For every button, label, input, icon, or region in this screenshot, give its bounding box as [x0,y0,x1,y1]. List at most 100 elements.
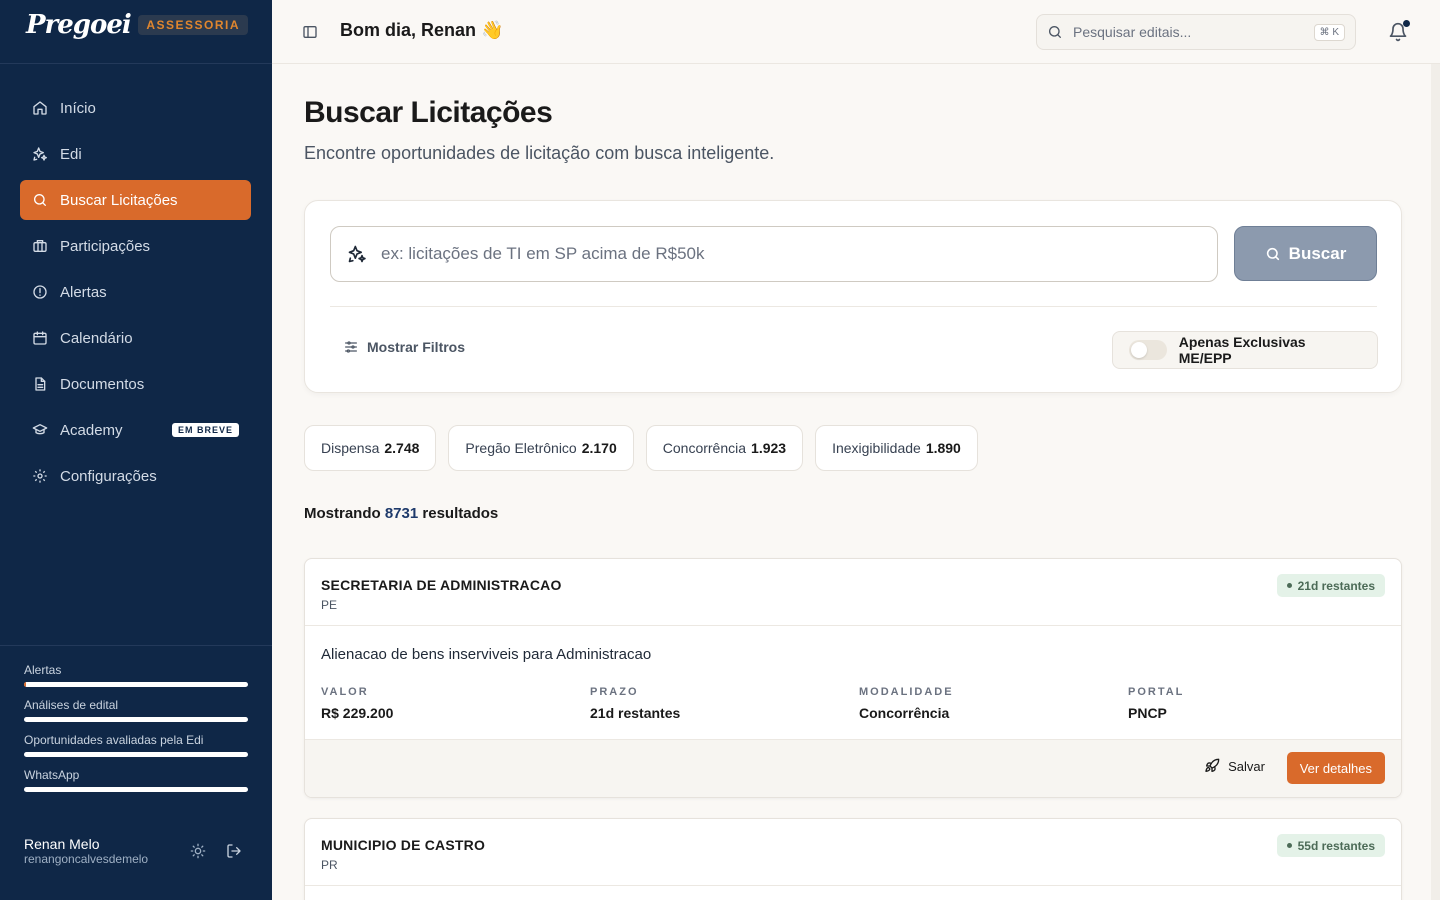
logout-button[interactable] [220,837,248,865]
sidebar-item-label: Início [60,99,96,117]
sidebar-item-calendario[interactable]: Calendário [20,318,251,358]
usage-label: Análises de edital [24,698,119,712]
deadline-badge: 21d restantes [1276,574,1385,597]
chip-inexigibilidade[interactable]: Inexigibilidade 1.890 [815,425,978,471]
save-button[interactable]: Salvar [1204,758,1265,774]
results-prefix: Mostrando [304,505,381,522]
result-org: MUNICIPIO DE CASTRO [321,837,486,853]
field-valor: VALOR R$ 229.200 [321,686,590,721]
brand-header: Pregoei ASSESSORIA [0,0,272,64]
deadline-badge-label: 55d restantes [1297,838,1375,853]
divider [330,306,1377,307]
top-header: Bom dia, Renan 👋 ⌘ K [272,0,1440,64]
page-title: Buscar Licitações [304,96,553,129]
results-number: 8731 [384,505,419,522]
result-card-header: MUNICIPIO DE CASTRO PR 55d restantes [305,819,1401,886]
sidebar-item-label: Buscar Licitações [60,191,178,209]
shortcut-hint: ⌘ K [1313,23,1345,41]
field-key: VALOR [321,686,369,698]
chip-label: Inexigibilidade [832,440,921,456]
usage-label: Oportunidades avaliadas pela Edi [24,733,204,747]
usage-bar [24,787,248,792]
show-filters-label: Mostrar Filtros [367,339,466,355]
chip-pregao-eletronico[interactable]: Pregão Eletrônico 2.170 [448,425,634,471]
sidebar-item-participacoes[interactable]: Participações [20,226,251,266]
view-details-button[interactable]: Ver detalhes [1286,752,1385,784]
chip-count: 2.170 [581,440,617,456]
save-button-label: Salvar [1228,758,1265,774]
chip-label: Dispensa [321,440,380,456]
sidebar-item-edi[interactable]: Edi [20,134,251,174]
field-prazo: PRAZO 21d restantes [590,686,859,721]
result-card-body: Alienacao de bens inserviveis para Admin… [305,626,1401,740]
calendar-icon [32,330,48,346]
deadline-badge-label: 21d restantes [1297,578,1375,593]
sidebar-item-label: Documentos [60,375,145,393]
sliders-icon [345,341,357,353]
usage-label: WhatsApp [24,768,80,782]
user-panel: Renan Melo renangoncalvesdemelo [0,836,272,866]
user-info[interactable]: Renan Melo renangoncalvesdemelo [24,836,176,866]
result-org: SECRETARIA DE ADMINISTRACAO [321,577,562,593]
toggle-switch[interactable] [1129,340,1167,360]
me-epp-toggle[interactable]: Apenas Exclusivas ME/EPP [1112,331,1378,369]
usage-oportunidades: Oportunidades avaliadas pela Edi [24,732,248,757]
field-portal: PORTAL PNCP [1128,686,1397,721]
greeting: Bom dia, Renan 👋 [340,20,504,40]
ai-search-input[interactable] [381,244,1201,264]
sidebar-item-configuracoes[interactable]: Configurações [20,456,251,496]
theme-toggle-button[interactable] [184,837,212,865]
search-button[interactable]: Buscar [1234,226,1377,281]
result-card[interactable]: MUNICIPIO DE CASTRO PR 55d restantes [304,818,1402,900]
result-card[interactable]: SECRETARIA DE ADMINISTRACAO PE 21d resta… [304,558,1402,798]
page-subtitle: Encontre oportunidades de licitação com … [304,143,775,163]
sidebar-item-inicio[interactable]: Início [20,88,251,128]
sidebar-item-documentos[interactable]: Documentos [20,364,251,404]
field-value: 21d restantes [590,705,681,721]
gear-icon [32,468,48,484]
briefcase-icon [32,238,48,254]
sidebar-toggle-button[interactable] [302,24,318,40]
sidebar-item-academy[interactable]: Academy EM BREVE [20,410,251,450]
search-icon [1049,26,1061,38]
field-value: Concorrência [859,705,950,721]
global-search-input[interactable] [1073,24,1314,40]
sidebar-item-buscar-licitacoes[interactable]: Buscar Licitações [20,180,251,220]
show-filters-button[interactable]: Mostrar Filtros [343,339,465,355]
field-key: MODALIDADE [859,686,954,698]
field-value: PNCP [1128,705,1167,721]
usage-analises: Análises de edital [24,697,248,722]
chip-dispensa[interactable]: Dispensa 2.748 [304,425,437,471]
status-dot [1286,583,1292,588]
logout-icon [227,844,241,858]
search-icon [32,192,48,208]
results-suffix: resultados [422,505,499,522]
chip-concorrencia[interactable]: Concorrência 1.923 [645,425,804,471]
toggle-label: Apenas Exclusivas ME/EPP [1178,334,1306,366]
result-description: Alienacao de bens inserviveis para Admin… [321,646,652,663]
sidebar-item-alertas[interactable]: Alertas [20,272,251,312]
chip-count: 1.923 [751,440,787,456]
page-scrollbar[interactable] [1431,64,1440,900]
deadline-badge: 55d restantes [1276,834,1385,857]
global-search[interactable]: ⌘ K [1036,14,1356,50]
status-dot [1286,843,1292,848]
search-icon [1266,247,1279,260]
brand-logo[interactable]: Pregoei [26,10,132,40]
field-value: R$ 229.200 [321,705,394,721]
usage-bar [24,717,248,722]
usage-alertas: Alertas [24,662,248,687]
home-icon [32,100,48,116]
chip-count: 1.890 [925,440,961,456]
user-name: Renan Melo [24,836,100,852]
sidebar-item-label: Edi [60,145,82,163]
result-card-footer: Salvar Ver detalhes [305,740,1401,797]
chip-count: 2.748 [384,440,420,456]
sun-icon [190,843,206,859]
sparkles-icon [348,245,366,263]
usage-label: Alertas [24,663,62,677]
ai-search-field[interactable] [330,226,1218,282]
notification-dot [1403,20,1410,27]
usage-panel: Alertas Análises de edital Oportunidades… [0,645,272,802]
search-card: Buscar Mostrar Filtros Apenas Exclusivas… [304,200,1402,393]
